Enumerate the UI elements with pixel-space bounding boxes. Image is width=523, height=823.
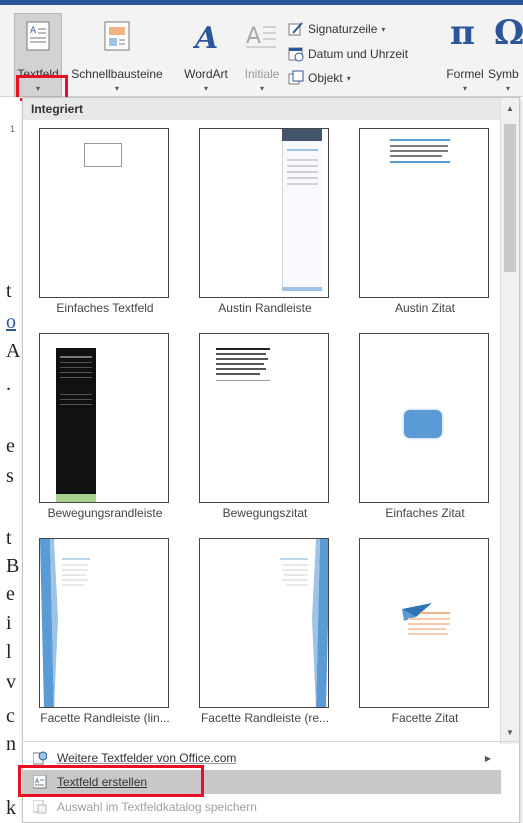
- formel-label: Formel: [446, 67, 484, 81]
- wordart-label: WordArt: [184, 67, 228, 81]
- tile-label: Austin Randleiste: [218, 301, 312, 315]
- objekt-button[interactable]: Objekt ▾: [288, 70, 351, 86]
- doc-char: t: [6, 280, 12, 302]
- pi-icon: π: [450, 13, 475, 53]
- scroll-up-arrow[interactable]: ▲: [503, 102, 517, 116]
- schnellbausteine-button[interactable]: Schnellbausteine ▾: [62, 13, 172, 97]
- doc-char: n: [6, 733, 16, 755]
- textbox-icon: A: [26, 21, 50, 51]
- tile-preview: [359, 128, 489, 298]
- formel-caret[interactable]: ▾: [440, 84, 490, 93]
- doc-char: e: [6, 435, 15, 457]
- gallery-tile-einfaches-textfeld[interactable]: Einfaches Textfeld: [25, 120, 185, 325]
- submenu-arrow-icon: ▶: [484, 753, 491, 763]
- signature-line-icon: [288, 22, 303, 36]
- objekt-caret: ▾: [346, 73, 351, 83]
- tile-preview: [359, 333, 489, 503]
- tile-preview: [199, 128, 329, 298]
- ribbon-insert-tab: A Textfeld ▾ Schnellbausteine ▾ A WordAr…: [0, 0, 523, 101]
- gallery-tile-austin-randleiste[interactable]: Austin Randleiste: [185, 120, 345, 325]
- gallery-tile-einfaches-zitat[interactable]: Einfaches Zitat: [345, 325, 505, 530]
- initiale-caret[interactable]: ▾: [238, 84, 286, 93]
- doc-char: o: [6, 311, 16, 333]
- symbol-button[interactable]: Ω Symb ▾: [488, 13, 523, 97]
- gallery-tile-austin-zitat[interactable]: Austin Zitat: [345, 120, 505, 325]
- document-background: t o A . e s t B e i l v c n k: [0, 97, 20, 823]
- tile-label: Facette Zitat: [391, 711, 459, 725]
- signaturzeile-button[interactable]: Signaturzeile ▾: [288, 21, 385, 37]
- objekt-label: Objekt: [308, 71, 343, 85]
- tile-label: Einfaches Zitat: [385, 506, 465, 520]
- save-selection-icon: [33, 800, 47, 814]
- gallery-tile-facette-randleiste-rechts[interactable]: Facette Randleiste (re...: [185, 530, 345, 735]
- omega-icon: Ω: [494, 13, 523, 53]
- date-time-icon: [288, 47, 304, 62]
- signaturzeile-caret: ▾: [381, 24, 386, 34]
- schnellbausteine-label: Schnellbausteine: [71, 67, 163, 81]
- gallery-tile-facette-randleiste-links[interactable]: Facette Randleiste (lin...: [25, 530, 185, 735]
- tile-label: Facette Randleiste (re...: [200, 711, 330, 725]
- menu-separator: [23, 741, 521, 742]
- tile-label: Einfaches Textfeld: [56, 301, 154, 315]
- gallery-tile-bewegungszitat[interactable]: Bewegungszitat: [185, 325, 345, 530]
- tile-label: Bewegungszitat: [222, 506, 308, 520]
- tile-label: Bewegungsrandleiste: [47, 506, 163, 520]
- tile-preview: [39, 538, 169, 708]
- initiale-label: Initiale: [244, 67, 280, 81]
- tile-label: Austin Zitat: [394, 301, 456, 315]
- doc-char: .: [6, 373, 11, 395]
- tile-preview: [39, 128, 169, 298]
- symbol-caret[interactable]: ▾: [488, 84, 523, 93]
- menu-auswahl-speichern[interactable]: Auswahl im Textfeldkatalog speichern: [23, 795, 501, 819]
- ruler-number: 1: [10, 124, 16, 134]
- drop-cap-icon: A: [246, 24, 276, 49]
- doc-char: s: [6, 465, 14, 487]
- gallery-section-header: Integriert: [23, 98, 501, 120]
- tile-preview: [199, 538, 329, 708]
- datum-uhrzeit-button[interactable]: Datum und Uhrzeit: [288, 46, 408, 62]
- doc-char: A: [6, 340, 21, 362]
- wordart-caret[interactable]: ▾: [175, 84, 237, 93]
- office-com-icon: [33, 751, 47, 765]
- doc-char: l: [6, 641, 12, 663]
- scroll-thumb[interactable]: [504, 124, 516, 272]
- signaturzeile-label: Signaturzeile: [308, 22, 378, 36]
- wordart-icon: A: [193, 21, 218, 51]
- doc-char: t: [6, 527, 12, 549]
- doc-char: B: [6, 555, 20, 577]
- initiale-button[interactable]: A Initiale ▾: [238, 13, 286, 97]
- doc-char: c: [6, 705, 15, 727]
- textfeld-gallery-dropdown: Integriert ▲ ▼ Einfaches Textfeld Austin…: [22, 97, 521, 823]
- highlight-textfeld-erstellen: [18, 765, 204, 797]
- svg-text:A: A: [246, 24, 261, 49]
- doc-char: e: [6, 583, 15, 605]
- scroll-down-arrow[interactable]: ▼: [503, 726, 517, 740]
- svg-text:A: A: [193, 21, 218, 51]
- doc-char: k: [6, 797, 16, 819]
- quick-parts-icon: [104, 21, 130, 51]
- doc-char: i: [6, 612, 12, 634]
- tile-preview: [359, 538, 489, 708]
- tile-preview: [39, 333, 169, 503]
- schnellbausteine-caret[interactable]: ▾: [62, 84, 172, 93]
- gallery-tile-bewegungsrandleiste[interactable]: Bewegungsrandleiste: [25, 325, 185, 530]
- svg-text:A: A: [30, 26, 37, 36]
- menu-label: Weitere Textfelder von Office.com: [57, 751, 237, 765]
- object-icon: [288, 70, 304, 85]
- datum-uhrzeit-label: Datum und Uhrzeit: [308, 47, 409, 61]
- doc-char: v: [6, 671, 16, 693]
- wordart-button[interactable]: A WordArt ▾: [175, 13, 237, 97]
- gallery-tile-facette-zitat[interactable]: Facette Zitat: [345, 530, 505, 735]
- tile-preview: [199, 333, 329, 503]
- menu-label: Auswahl im Textfeldkatalog speichern: [57, 800, 257, 814]
- symbol-label: Symb: [488, 67, 519, 81]
- formel-button[interactable]: π Formel ▾: [440, 13, 490, 97]
- tile-label: Facette Randleiste (lin...: [40, 711, 170, 725]
